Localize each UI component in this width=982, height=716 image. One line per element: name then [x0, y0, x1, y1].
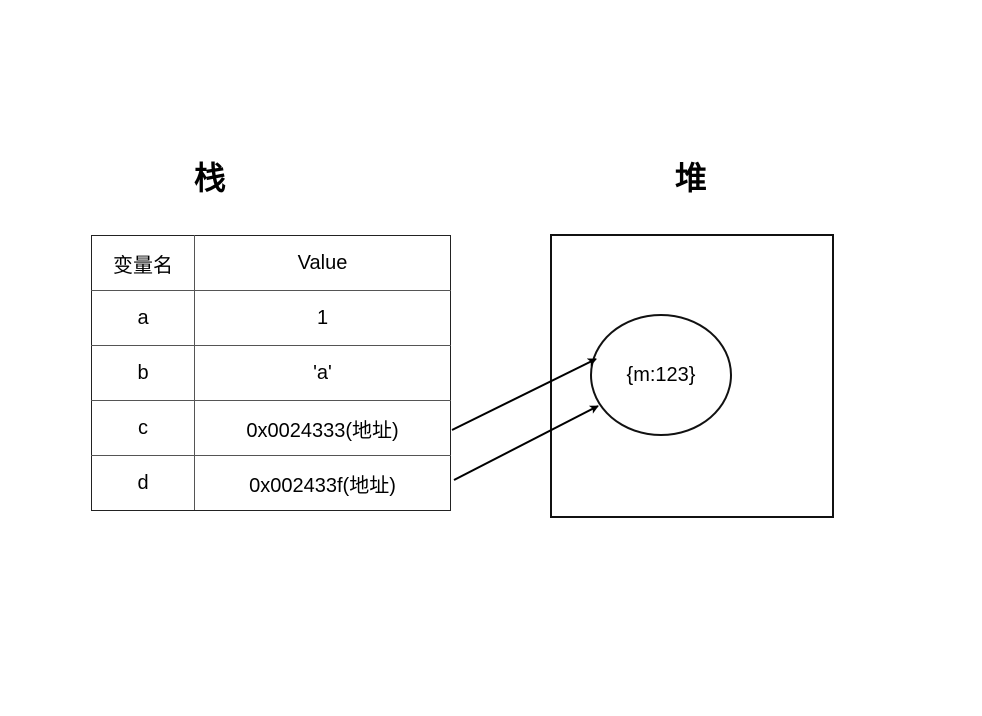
column-header-value: Value [194, 235, 451, 291]
heap-title: 堆 [674, 159, 707, 197]
table-row: a 1 [91, 290, 451, 346]
heap-object-ellipse: {m:123} [590, 314, 732, 436]
variable-name-cell: c [91, 400, 195, 456]
stack-table-header-row: 变量名 Value [91, 235, 451, 291]
table-row: d 0x002433f(地址) [91, 455, 451, 511]
variable-name-cell: a [91, 290, 195, 346]
variable-name-cell: d [91, 455, 195, 511]
stack-table: 变量名 Value a 1 b 'a' c 0x0024333(地址) d 0x… [91, 235, 451, 511]
column-header-name: 变量名 [91, 235, 195, 291]
variable-name-cell: b [91, 345, 195, 401]
variable-value-cell: 1 [194, 290, 451, 346]
heap-object-label: {m:123} [626, 363, 696, 386]
variable-value-cell: 0x0024333(地址) [194, 400, 451, 456]
table-row: b 'a' [91, 345, 451, 401]
table-row: c 0x0024333(地址) [91, 400, 451, 456]
variable-value-cell: 0x002433f(地址) [194, 455, 451, 511]
variable-value-cell: 'a' [194, 345, 451, 401]
stack-title: 栈 [193, 159, 226, 197]
